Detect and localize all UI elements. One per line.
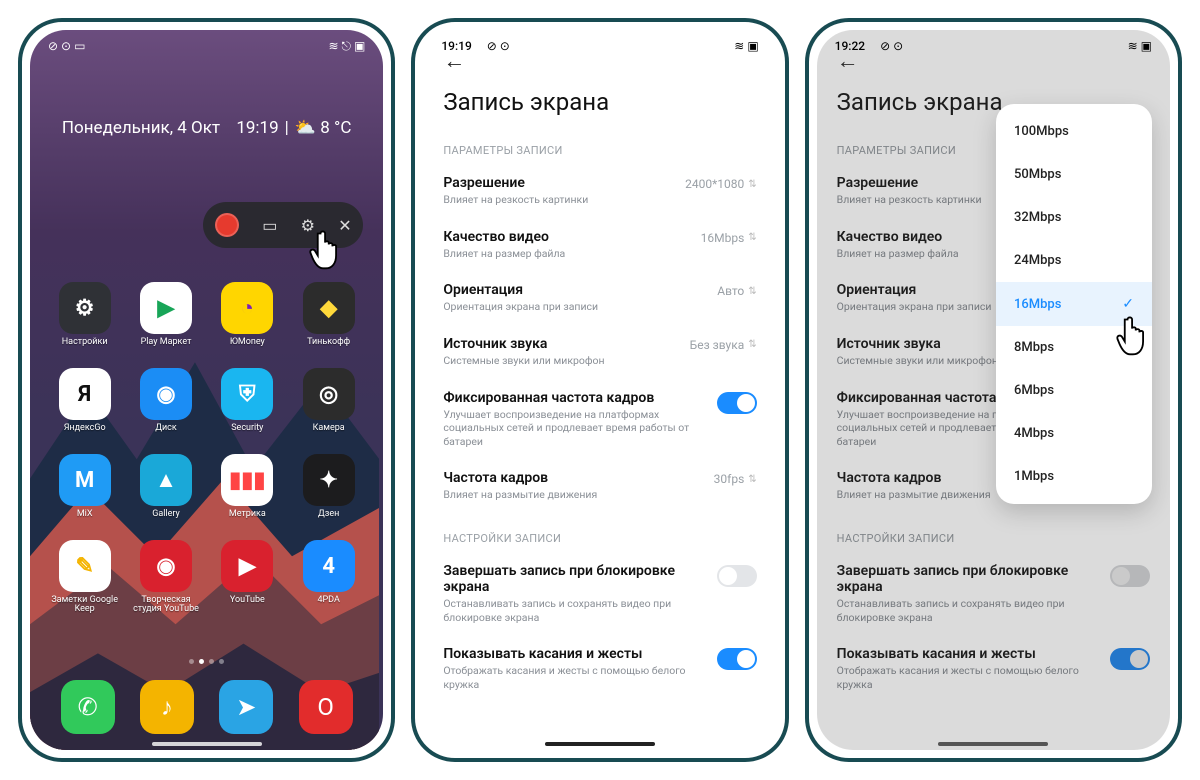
settings-row[interactable]: Качество видеоВлияет на размер файла16Mb… bbox=[443, 219, 756, 273]
screen-record-toolbar[interactable]: ▭ ⚙ ✕ bbox=[203, 202, 363, 248]
weather-cond: ⛅ 8 °C bbox=[295, 118, 352, 138]
app-icon[interactable]: ▮▮▮Метрика bbox=[211, 454, 284, 528]
bitrate-option[interactable]: 4Mbps bbox=[996, 412, 1152, 455]
app-label: Настройки bbox=[62, 338, 108, 356]
app-icon[interactable]: ◎Камера bbox=[292, 368, 365, 442]
app-label: Дзен bbox=[318, 510, 339, 528]
gear-icon[interactable]: ⚙ bbox=[301, 216, 315, 235]
app-icon[interactable]: MMiX bbox=[48, 454, 121, 528]
app-icon[interactable]: ЯЯндексGo bbox=[48, 368, 121, 442]
dock: ✆ ♪ ➤ O bbox=[48, 680, 365, 734]
home-indicator[interactable] bbox=[545, 742, 655, 746]
close-icon[interactable]: ✕ bbox=[338, 216, 351, 235]
page-dots bbox=[30, 659, 383, 664]
app-label: Творческая студия YouTube bbox=[129, 596, 202, 615]
app-label: Метрика bbox=[229, 510, 266, 528]
app-icon[interactable]: ◔ЮMoney bbox=[211, 282, 284, 356]
app-icon[interactable]: ▶YouTube bbox=[211, 540, 284, 615]
weather-widget[interactable]: Понедельник, 4 Окт 19:19 | ⛅ 8 °C bbox=[30, 118, 383, 138]
weather-time: 19:19 bbox=[236, 118, 278, 138]
dock-phone[interactable]: ✆ bbox=[61, 680, 115, 734]
section-header: ПАРАМЕТРЫ ЗАПИСИ bbox=[443, 144, 756, 157]
app-label: ЮMoney bbox=[230, 338, 265, 356]
settings-row[interactable]: ОриентацияОриентация экрана при записиАв… bbox=[443, 272, 756, 326]
app-label: Диск bbox=[155, 424, 177, 442]
app-label: Тинькофф bbox=[307, 338, 350, 356]
bitrate-option[interactable]: 1Mbps bbox=[996, 455, 1152, 498]
status-bar: 19:19 ⊘ ⊙ ≋ ▣ bbox=[423, 30, 776, 58]
phone-home: ⊘ ⊙ ▭ ≋ ⎋ ▣ Понедельник, 4 Окт 19:19 | ⛅… bbox=[18, 18, 395, 762]
app-icon[interactable]: ◉Диск bbox=[129, 368, 202, 442]
app-icon[interactable]: ⚙Настройки bbox=[48, 282, 121, 356]
home-indicator[interactable] bbox=[152, 742, 262, 746]
weather-day: Понедельник, 4 Окт bbox=[62, 118, 220, 138]
bitrate-option[interactable]: 6Mbps bbox=[996, 369, 1152, 412]
toggle-off[interactable] bbox=[717, 565, 757, 587]
status-icons-right: ≋ ⎋ ▣ bbox=[328, 39, 365, 54]
page-title: Запись экрана bbox=[443, 88, 756, 116]
phone-settings: 19:19 ⊘ ⊙ ≋ ▣ ← Запись экрана ПАРАМЕТРЫ … bbox=[411, 18, 788, 762]
row-show-touches[interactable]: Показывать касания и жесты Отображать ка… bbox=[443, 636, 756, 703]
bitrate-option[interactable]: 24Mbps bbox=[996, 239, 1152, 282]
status-time: 19:19 bbox=[441, 39, 471, 53]
app-icon[interactable]: ◉Творческая студия YouTube bbox=[129, 540, 202, 615]
app-label: ЯндексGo bbox=[64, 424, 106, 442]
app-label: Gallery bbox=[152, 510, 180, 528]
app-icon[interactable]: ⛨Security bbox=[211, 368, 284, 442]
app-icon[interactable]: ◆Тинькофф bbox=[292, 282, 365, 356]
app-label: Play Маркет bbox=[141, 338, 192, 356]
phone-settings-popup: 19:22 ⊘ ⊙ ≋ ▣ ← Запись экрана ПАРАМЕТРЫ … bbox=[805, 18, 1182, 762]
bitrate-option[interactable]: 8Mbps bbox=[996, 326, 1152, 369]
toggle-on[interactable] bbox=[717, 648, 757, 670]
dock-opera[interactable]: O bbox=[299, 680, 353, 734]
app-label: 4PDA bbox=[317, 596, 339, 614]
app-label: YouTube bbox=[230, 596, 265, 614]
home-indicator[interactable] bbox=[938, 742, 1048, 746]
bitrate-option[interactable]: 50Mbps bbox=[996, 153, 1152, 196]
app-icon[interactable]: ▲Gallery bbox=[129, 454, 202, 528]
app-label: MiX bbox=[77, 510, 93, 528]
toggle-on[interactable] bbox=[717, 392, 757, 414]
bitrate-popup: 100Mbps50Mbps32Mbps24Mbps16Mbps✓8Mbps6Mb… bbox=[996, 104, 1152, 504]
bitrate-option[interactable]: 32Mbps bbox=[996, 196, 1152, 239]
settings-row[interactable]: Источник звукаСистемные звуки или микроф… bbox=[443, 326, 756, 380]
row-framerate[interactable]: Частота кадров Влияет на размытие движен… bbox=[443, 460, 756, 514]
recordings-icon[interactable]: ▭ bbox=[262, 216, 277, 235]
app-icon[interactable]: ✦Дзен bbox=[292, 454, 365, 528]
record-button[interactable] bbox=[215, 213, 239, 237]
status-icons-left: ⊘ ⊙ ▭ bbox=[48, 39, 85, 53]
app-icon[interactable]: ✎Заметки Google Keep bbox=[48, 540, 121, 615]
row-fixed-framerate[interactable]: Фиксированная частота кадров Улучшает во… bbox=[443, 380, 756, 461]
bitrate-option[interactable]: 100Mbps bbox=[996, 110, 1152, 153]
app-grid: ⚙Настройки▶Play Маркет◔ЮMoney◆Тинькофф ЯЯ… bbox=[48, 282, 365, 615]
settings-row[interactable]: РазрешениеВлияет на резкость картинки240… bbox=[443, 165, 756, 219]
dock-music[interactable]: ♪ bbox=[140, 680, 194, 734]
app-label: Security bbox=[231, 424, 263, 442]
dock-telegram[interactable]: ➤ bbox=[219, 680, 273, 734]
app-label: Заметки Google Keep bbox=[48, 596, 121, 615]
row-end-on-lock[interactable]: Завершать запись при блокировке экрана О… bbox=[443, 553, 756, 636]
app-icon[interactable]: 44PDA bbox=[292, 540, 365, 615]
check-icon: ✓ bbox=[1122, 296, 1134, 312]
section-header: НАСТРОЙКИ ЗАПИСИ bbox=[443, 532, 756, 545]
status-bar: ⊘ ⊙ ▭ ≋ ⎋ ▣ bbox=[30, 30, 383, 58]
app-icon[interactable]: ▶Play Маркет bbox=[129, 282, 202, 356]
bitrate-option[interactable]: 16Mbps✓ bbox=[996, 282, 1152, 326]
app-label: Камера bbox=[313, 424, 345, 442]
